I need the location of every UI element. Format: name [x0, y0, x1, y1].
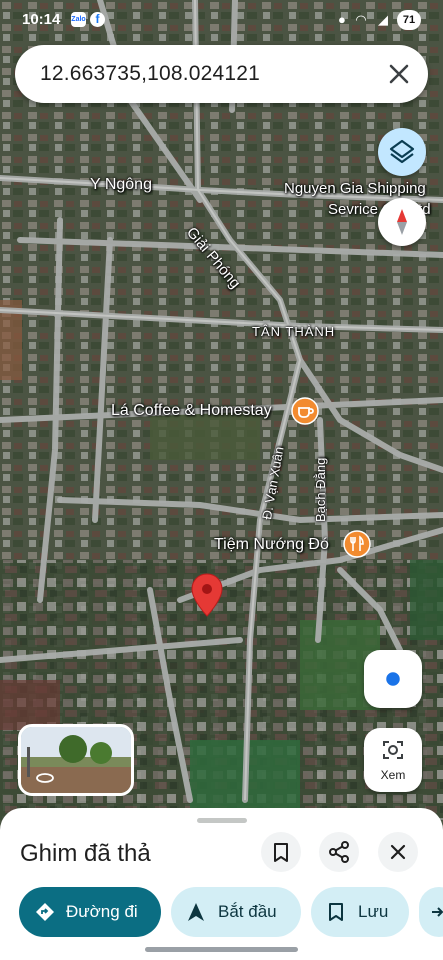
share-icon — [432, 907, 443, 917]
camera-lens-icon — [383, 741, 403, 759]
bookmark-icon — [274, 843, 288, 862]
facebook-icon: f — [90, 12, 105, 27]
search-bar[interactable]: 12.663735,108.024121 — [15, 45, 428, 103]
status-bar: 10:14 Zalo f ● ◠ ◢ 71 — [0, 0, 443, 40]
map-label-shipping: Nguyen Gia Shipping — [284, 180, 426, 197]
lens-view-label: Xem — [380, 768, 406, 782]
place-title: Ghim đã thả — [20, 840, 151, 867]
start-button[interactable]: Bắt đầu — [171, 887, 301, 937]
compass-icon — [397, 209, 407, 235]
place-bottom-sheet[interactable]: Ghim đã thả Đường đi Bắt đầu Lưu — [0, 808, 443, 960]
close-icon — [390, 844, 406, 860]
compass-button[interactable] — [378, 198, 426, 246]
share-button[interactable] — [319, 832, 359, 872]
my-location-button[interactable] — [364, 650, 422, 708]
layers-button[interactable] — [378, 128, 426, 176]
close-sheet-button[interactable] — [378, 832, 418, 872]
navigation-arrow-icon — [188, 903, 204, 921]
battery-icon: 71 — [397, 10, 421, 30]
directions-button[interactable]: Đường đi — [19, 887, 161, 937]
signal-icon: ◢ — [378, 12, 388, 27]
bookmark-button[interactable] — [261, 832, 301, 872]
share-chip-button[interactable] — [419, 887, 443, 937]
map-label-tiem-nuong: Tiệm Nướng Đó — [214, 536, 329, 553]
street-view-icon — [36, 773, 54, 783]
search-query[interactable]: 12.663735,108.024121 — [40, 62, 260, 86]
map-label-bach-dang: Bạch Đằng — [313, 457, 328, 522]
directions-label: Đường đi — [66, 902, 138, 921]
map-label-tan-thanh: TÂN THÀNH — [252, 324, 336, 339]
lens-view-button[interactable]: Xem — [364, 728, 422, 792]
layers-icon — [389, 139, 415, 164]
gesture-nav-bar[interactable] — [145, 947, 298, 952]
location-icon: ● — [338, 12, 346, 27]
map-label-y-ngong: Y Ngông — [90, 176, 152, 193]
street-view-thumbnail[interactable] — [18, 724, 134, 796]
zalo-icon: Zalo — [71, 12, 86, 27]
directions-icon — [36, 903, 54, 921]
clock: 10:14 — [22, 11, 61, 28]
my-location-icon — [383, 669, 403, 689]
wifi-icon: ◠ — [356, 12, 366, 27]
dropped-pin-icon[interactable] — [190, 572, 224, 618]
close-icon[interactable] — [386, 61, 412, 87]
save-button[interactable]: Lưu — [311, 887, 409, 937]
bookmark-icon — [329, 903, 343, 921]
share-icon — [329, 841, 349, 863]
restaurant-poi-icon[interactable] — [343, 530, 371, 558]
sheet-drag-handle[interactable] — [197, 818, 247, 823]
start-label: Bắt đầu — [218, 902, 277, 921]
cafe-poi-icon[interactable] — [291, 397, 319, 425]
map-label-la-coffee: Lá Coffee & Homestay — [111, 402, 272, 419]
save-label: Lưu — [358, 902, 389, 921]
